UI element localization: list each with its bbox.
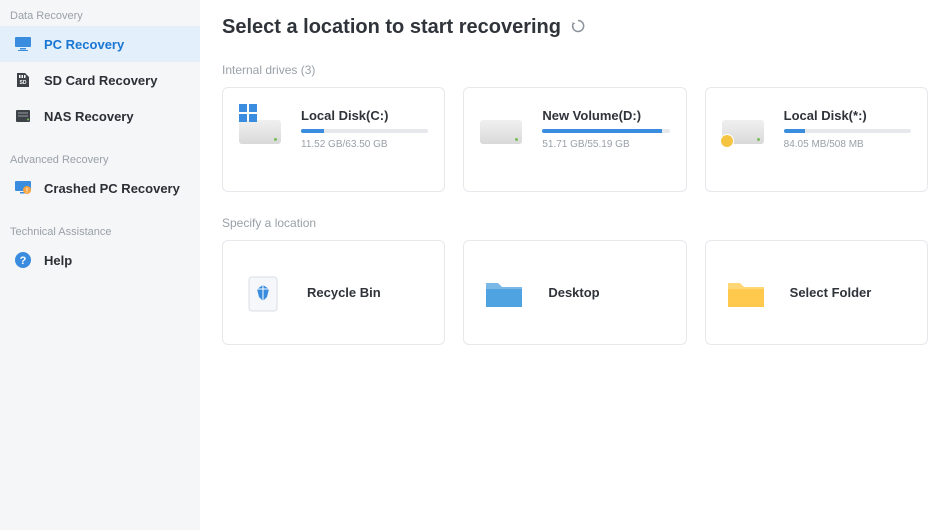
svg-text:!: ! [26,189,28,195]
location-card-desktop[interactable]: Desktop [463,240,686,345]
page-title: Select a location to start recovering [222,16,928,39]
drive-stats: 51.71 GB/55.19 GB [542,139,669,150]
location-card-recycle-bin[interactable]: Recycle Bin [222,240,445,345]
recycle-bin-icon [241,271,285,315]
drive-stats: 11.52 GB/63.50 GB [301,139,428,150]
warning-icon [720,134,734,148]
drive-stats: 84.05 MB/508 MB [784,139,911,150]
location-name: Desktop [548,285,599,300]
refresh-icon[interactable] [571,19,585,36]
location-card-select-folder[interactable]: Select Folder [705,240,928,345]
drive-icon [480,106,528,144]
sidebar-item-sd-card-recovery[interactable]: SD SD Card Recovery [0,62,200,98]
sidebar-item-label: PC Recovery [44,37,124,52]
sidebar-item-label: Help [44,253,72,268]
location-name: Select Folder [790,285,872,300]
drive-card-star[interactable]: Local Disk(*:) 84.05 MB/508 MB [705,87,928,192]
drive-card-c[interactable]: Local Disk(C:) 11.52 GB/63.50 GB [222,87,445,192]
sidebar-item-pc-recovery[interactable]: PC Recovery [0,26,200,62]
crashed-pc-icon: ! [14,179,32,197]
drive-name: Local Disk(C:) [301,108,428,123]
sidebar-item-label: SD Card Recovery [44,73,157,88]
select-folder-icon [724,271,768,315]
internal-drives-label: Internal drives (3) [222,63,928,77]
drive-icon [722,106,770,144]
sidebar-item-nas-recovery[interactable]: NAS Recovery [0,98,200,134]
sidebar-item-label: NAS Recovery [44,109,134,124]
specify-location-label: Specify a location [222,216,928,230]
desktop-folder-icon [482,271,526,315]
sd-card-icon: SD [14,71,32,89]
location-name: Recycle Bin [307,285,381,300]
sidebar: Data Recovery PC Recovery SD SD Card Rec… [0,0,200,530]
drive-usage-bar [301,129,428,133]
drive-grid: Local Disk(C:) 11.52 GB/63.50 GB New Vol… [222,87,928,192]
page-title-text: Select a location to start recovering [222,16,561,39]
sidebar-item-label: Crashed PC Recovery [44,181,180,196]
drive-usage-bar [542,129,669,133]
sidebar-item-crashed-pc-recovery[interactable]: ! Crashed PC Recovery [0,170,200,206]
sidebar-item-help[interactable]: ? Help [0,242,200,278]
drive-name: Local Disk(*:) [784,108,911,123]
svg-text:?: ? [20,255,27,267]
sidebar-section-advanced-recovery: Advanced Recovery [0,148,200,170]
sidebar-section-technical-assistance: Technical Assistance [0,220,200,242]
drive-icon [239,106,287,144]
drive-card-d[interactable]: New Volume(D:) 51.71 GB/55.19 GB [463,87,686,192]
help-icon: ? [14,251,32,269]
main-content: Select a location to start recovering In… [200,0,950,530]
drive-name: New Volume(D:) [542,108,669,123]
sidebar-section-data-recovery: Data Recovery [0,4,200,26]
drive-usage-bar [784,129,911,133]
location-grid: Recycle Bin Desktop Select Folder [222,240,928,345]
svg-text:SD: SD [20,80,27,86]
monitor-icon [14,35,32,53]
nas-icon [14,107,32,125]
windows-icon [239,104,257,122]
